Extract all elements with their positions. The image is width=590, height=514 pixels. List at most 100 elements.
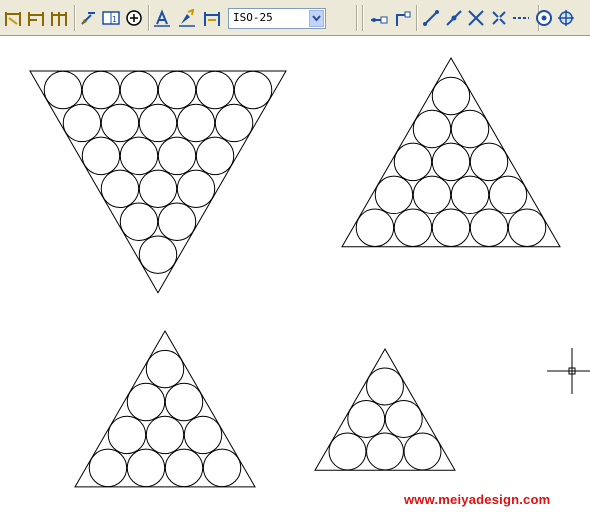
drawing-canvas[interactable] bbox=[0, 36, 590, 514]
packed-circle[interactable] bbox=[81, 70, 121, 110]
packed-circle[interactable] bbox=[488, 175, 528, 215]
packed-circle[interactable] bbox=[119, 70, 159, 110]
watermark-text: www.meiyadesign.com bbox=[404, 492, 551, 507]
packed-circle[interactable] bbox=[157, 202, 197, 241]
continue-dimension-button[interactable] bbox=[48, 6, 70, 30]
packed-circle[interactable] bbox=[412, 109, 452, 149]
packed-circle[interactable] bbox=[393, 208, 433, 247]
inverted-triangle-21-circles[interactable] bbox=[29, 70, 287, 294]
packed-circle[interactable] bbox=[183, 415, 223, 455]
packed-circle[interactable] bbox=[214, 103, 254, 143]
dimension-update-button[interactable] bbox=[201, 6, 223, 30]
baseline-dimension-button[interactable] bbox=[25, 6, 47, 30]
packed-circle[interactable] bbox=[126, 448, 166, 488]
quick-dimension-icon bbox=[5, 12, 21, 26]
packed-circle[interactable] bbox=[81, 136, 121, 176]
quick-dimension-button[interactable] bbox=[2, 6, 24, 30]
dimension-edit-button[interactable] bbox=[151, 6, 173, 30]
center-mark-button[interactable] bbox=[123, 6, 145, 30]
trim-button[interactable] bbox=[488, 6, 510, 30]
packed-circle[interactable] bbox=[88, 448, 128, 488]
continue-dimension-icon bbox=[51, 12, 67, 26]
trim-icon bbox=[491, 11, 506, 25]
intersection-icon bbox=[468, 10, 484, 26]
dimension-update-icon bbox=[204, 12, 220, 26]
packed-circle[interactable] bbox=[157, 70, 197, 110]
circle-button[interactable] bbox=[533, 6, 555, 30]
upright-triangle-10-circles[interactable] bbox=[74, 329, 256, 488]
line-icon bbox=[423, 10, 439, 26]
extend-line-icon bbox=[445, 10, 462, 26]
toolbar-separator bbox=[74, 5, 76, 31]
packed-circle[interactable] bbox=[469, 142, 509, 182]
packed-circle[interactable] bbox=[347, 400, 386, 438]
packed-circle[interactable] bbox=[164, 448, 204, 488]
dash-line-icon bbox=[513, 17, 529, 19]
packed-circle[interactable] bbox=[507, 208, 547, 247]
packed-circle[interactable] bbox=[145, 415, 185, 455]
packed-circle[interactable] bbox=[62, 103, 102, 143]
orbit-button[interactable] bbox=[555, 6, 577, 30]
packed-circle[interactable] bbox=[412, 175, 452, 215]
dash-line-button[interactable] bbox=[510, 6, 532, 30]
packed-circle[interactable] bbox=[431, 208, 471, 247]
packed-circle[interactable] bbox=[450, 175, 490, 215]
parallel-constraint-icon bbox=[371, 16, 388, 24]
packed-circle[interactable] bbox=[393, 142, 433, 182]
dimension-edit-icon bbox=[154, 9, 170, 27]
packed-circle[interactable] bbox=[384, 400, 423, 438]
perpendicular-constraint-icon bbox=[396, 11, 411, 26]
packed-circle[interactable] bbox=[164, 382, 204, 422]
circle-icon bbox=[535, 10, 552, 26]
packed-circle[interactable] bbox=[138, 103, 178, 143]
orbit-icon bbox=[558, 10, 574, 26]
packed-circle[interactable] bbox=[431, 76, 471, 116]
packed-circle[interactable] bbox=[100, 103, 140, 143]
packed-circle[interactable] bbox=[374, 175, 414, 215]
packed-circle[interactable] bbox=[450, 109, 490, 149]
quick-leader-button[interactable] bbox=[77, 6, 99, 30]
center-mark-icon bbox=[126, 10, 142, 26]
line-button[interactable] bbox=[420, 6, 442, 30]
triangle-outline[interactable] bbox=[314, 347, 456, 471]
dimension-style-dropdown[interactable]: ISO-25 bbox=[228, 8, 326, 29]
packed-circle[interactable] bbox=[126, 382, 166, 422]
packed-circle[interactable] bbox=[366, 432, 404, 471]
chevron-down-icon[interactable] bbox=[309, 10, 324, 27]
packed-circle[interactable] bbox=[138, 169, 178, 209]
toolbar-separator bbox=[148, 5, 150, 31]
upright-triangle-15-circles[interactable] bbox=[341, 57, 561, 248]
intersection-button[interactable] bbox=[465, 6, 487, 30]
dimension-style-value: ISO-25 bbox=[233, 11, 273, 24]
packed-circle[interactable] bbox=[107, 415, 147, 455]
triangle-outline[interactable] bbox=[74, 329, 256, 488]
packed-circle[interactable] bbox=[366, 367, 404, 406]
packed-circle[interactable] bbox=[119, 136, 159, 176]
dimension-text-edit-icon bbox=[179, 9, 195, 27]
parallel-constraint-button[interactable] bbox=[368, 6, 390, 30]
packed-circle[interactable] bbox=[355, 208, 395, 247]
packed-circle[interactable] bbox=[202, 448, 242, 488]
packed-circle[interactable] bbox=[403, 432, 442, 471]
packed-circle[interactable] bbox=[195, 136, 235, 176]
packed-circle[interactable] bbox=[145, 349, 185, 389]
tolerance-button[interactable]: 1 bbox=[100, 6, 122, 30]
packed-circle[interactable] bbox=[138, 235, 178, 274]
packed-circle[interactable] bbox=[100, 169, 140, 209]
packed-circle[interactable] bbox=[233, 70, 273, 110]
triangle-outline[interactable] bbox=[341, 57, 561, 248]
dimension-text-edit-button[interactable] bbox=[176, 6, 198, 30]
packed-circle[interactable] bbox=[119, 202, 159, 241]
perpendicular-constraint-button[interactable] bbox=[391, 6, 413, 30]
packed-circle[interactable] bbox=[431, 142, 471, 182]
packed-circle[interactable] bbox=[469, 208, 509, 247]
toolbar-separator bbox=[362, 5, 364, 31]
extend-line-button[interactable] bbox=[443, 6, 465, 30]
packed-circle[interactable] bbox=[176, 103, 216, 143]
packed-circle[interactable] bbox=[157, 136, 197, 176]
packed-circle[interactable] bbox=[328, 432, 367, 471]
upright-triangle-6-circles[interactable] bbox=[314, 347, 456, 471]
packed-circle[interactable] bbox=[176, 169, 216, 209]
packed-circle[interactable] bbox=[43, 70, 83, 110]
packed-circle[interactable] bbox=[195, 70, 235, 110]
